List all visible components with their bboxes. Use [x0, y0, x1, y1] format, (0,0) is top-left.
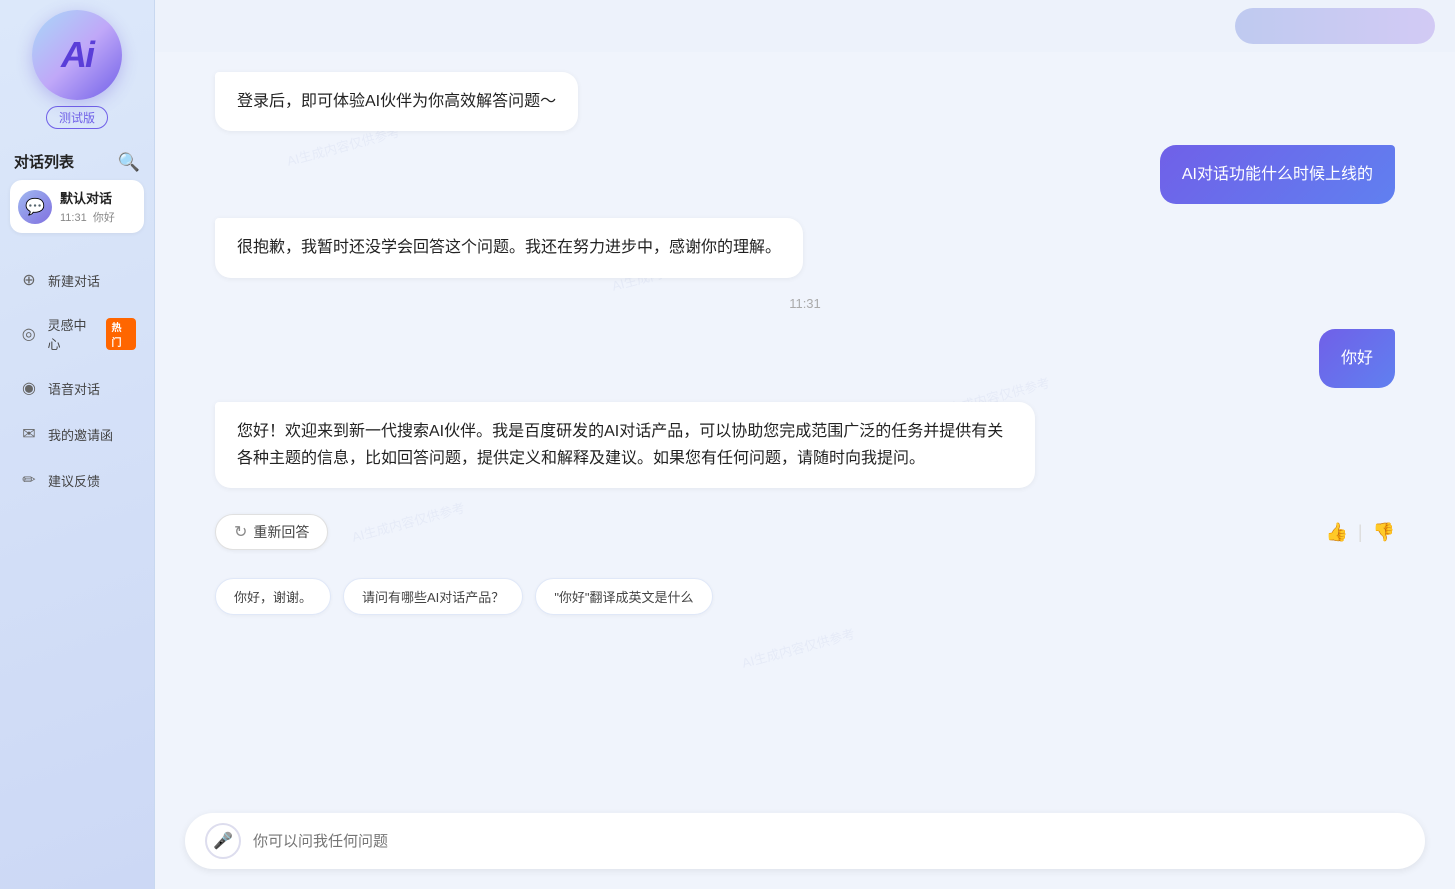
sidebar-item-voice[interactable]: ◉ 语音对话	[10, 367, 144, 409]
invite-label: 我的邀请函	[48, 425, 113, 444]
message-row-3: 很抱歉，我暂时还没学会回答这个问题。我还在努力进步中，感谢你的理解。	[215, 218, 1395, 277]
inspiration-label: 灵感中心	[48, 315, 99, 353]
feedback-label: 建议反馈	[48, 471, 100, 490]
lightbulb-icon: ◎	[18, 323, 40, 345]
sidebar-item-feedback[interactable]: ✏ 建议反馈	[10, 459, 144, 501]
sidebar-menu: ⊕ 新建对话 ◎ 灵感中心 热门 ◉ 语音对话 ✉ 我的邀请函 ✏ 建议反馈	[0, 259, 154, 501]
search-icon[interactable]: 🔍	[118, 153, 140, 171]
main-area: AI生成内容仅供参考 AI生成内容仅供参考 AI生成内容仅供参考 AI生成内容仅…	[155, 0, 1455, 889]
conversation-list-section: 对话列表 🔍 💬 默认对话 11:31 你好	[0, 151, 154, 239]
message-row-4: 你好	[215, 329, 1395, 388]
ai-bubble-1: 登录后，即可体验AI伙伴为你高效解答问题～	[215, 72, 578, 131]
thumbs-down-button[interactable]: 👎	[1373, 522, 1395, 543]
input-bar: 🎤	[185, 813, 1425, 869]
sidebar-item-new-chat[interactable]: ⊕ 新建对话	[10, 259, 144, 301]
user-bubble-1: AI对话功能什么时候上线的	[1160, 145, 1395, 204]
hot-badge: 热门	[106, 318, 136, 350]
conversation-avatar: 💬	[18, 190, 52, 224]
sidebar: Ai 测试版 对话列表 🔍 💬 默认对话 11:31 你好 ⊕ 新建对话	[0, 0, 155, 889]
sidebar-item-inspiration[interactable]: ◎ 灵感中心 热门	[10, 305, 144, 363]
message-row-5: 您好！欢迎来到新一代搜索AI伙伴。我是百度研发的AI对话产品，可以协助您完成范围…	[215, 402, 1395, 488]
logo-text: Ai	[61, 34, 93, 76]
chat-bubble-icon: 💬	[25, 197, 45, 217]
regen-label: 重新回答	[253, 522, 309, 542]
envelope-icon: ✉	[18, 423, 40, 445]
regen-button[interactable]: ↻ 重新回答	[215, 514, 328, 550]
beta-badge: 测试版	[46, 106, 108, 129]
message-row-2: AI对话功能什么时候上线的	[215, 145, 1395, 204]
suggestion-chip-2[interactable]: 请问有哪些AI对话产品？	[343, 578, 523, 615]
suggestion-chip-1[interactable]: 你好，谢谢。	[215, 578, 331, 615]
mic-button[interactable]: 🎤	[205, 823, 241, 859]
chat-messages: 登录后，即可体验AI伙伴为你高效解答问题～ AI对话功能什么时候上线的 很抱歉，…	[155, 52, 1455, 803]
suggestion-row: 你好，谢谢。 请问有哪些AI对话产品？ "你好"翻译成英文是什么	[215, 570, 1395, 623]
user-info-blurred	[1235, 8, 1435, 44]
feedback-divider: |	[1358, 522, 1363, 543]
thumbs-up-button[interactable]: 👍	[1325, 522, 1347, 543]
conversation-info: 默认对话 11:31 你好	[60, 188, 115, 225]
plus-circle-icon: ⊕	[18, 269, 40, 291]
ai-bubble-3: 您好！欢迎来到新一代搜索AI伙伴。我是百度研发的AI对话产品，可以协助您完成范围…	[215, 402, 1035, 488]
conv-list-title: 对话列表	[14, 151, 74, 172]
feedback-buttons: 👍 | 👎	[1325, 522, 1395, 543]
suggestion-chip-3[interactable]: "你好"翻译成英文是什么	[535, 578, 712, 615]
timestamp-1: 11:31	[215, 296, 1395, 311]
chat-input[interactable]	[253, 833, 1405, 850]
headphone-icon: ◉	[18, 377, 40, 399]
top-user-bar	[155, 0, 1455, 52]
pencil-icon: ✏	[18, 469, 40, 491]
logo-wrapper: Ai 测试版	[32, 10, 122, 129]
new-chat-label: 新建对话	[48, 271, 100, 290]
conv-list-header: 对话列表 🔍	[10, 151, 144, 172]
chat-area-wrapper: AI生成内容仅供参考 AI生成内容仅供参考 AI生成内容仅供参考 AI生成内容仅…	[155, 52, 1455, 889]
conversation-name: 默认对话	[60, 188, 115, 207]
message-row-1: 登录后，即可体验AI伙伴为你高效解答问题～	[215, 72, 1395, 131]
user-bubble-2: 你好	[1319, 329, 1395, 388]
refresh-icon: ↻	[234, 522, 247, 542]
conversation-preview: 11:31 你好	[60, 209, 115, 225]
sidebar-item-invite[interactable]: ✉ 我的邀请函	[10, 413, 144, 455]
logo-icon: Ai	[32, 10, 122, 100]
conversation-item[interactable]: 💬 默认对话 11:31 你好	[10, 180, 144, 233]
action-row: ↻ 重新回答 👍 | 👎	[215, 502, 1395, 556]
ai-bubble-2: 很抱歉，我暂时还没学会回答这个问题。我还在努力进步中，感谢你的理解。	[215, 218, 803, 277]
voice-chat-label: 语音对话	[48, 379, 100, 398]
